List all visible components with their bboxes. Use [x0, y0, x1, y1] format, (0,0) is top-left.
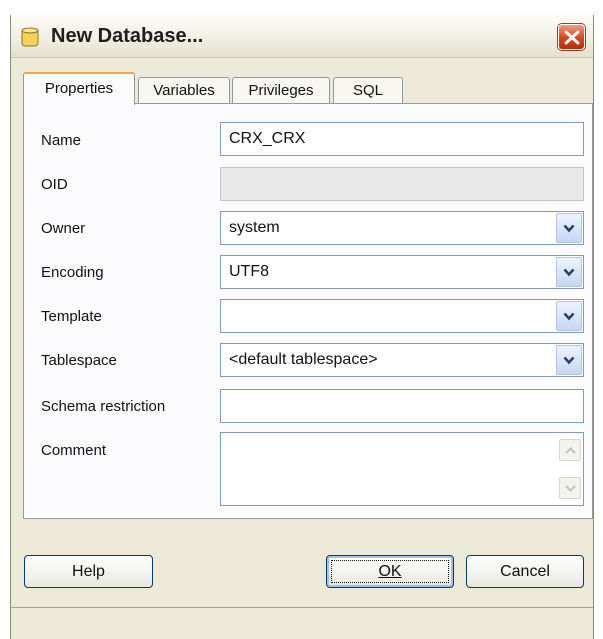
name-label: Name [41, 132, 82, 149]
properties-panel: Name CRX_CRX OID Owner system Encoding U… [23, 103, 593, 519]
encoding-dropdown-button[interactable] [556, 257, 582, 287]
help-button[interactable]: Help [24, 555, 153, 588]
template-dropdown-button[interactable] [556, 301, 582, 331]
chevron-down-icon [563, 268, 575, 277]
tab-properties-label: Properties [44, 80, 114, 97]
tab-variables[interactable]: Variables [138, 77, 230, 104]
chevron-down-icon [563, 312, 575, 321]
new-database-dialog: New Database... Properties Variables Pri… [10, 15, 594, 639]
comment-textarea[interactable] [220, 432, 584, 506]
template-select[interactable] [220, 299, 584, 333]
cancel-button-label: Cancel [500, 563, 550, 580]
name-field[interactable]: CRX_CRX [220, 122, 584, 156]
owner-dropdown-button[interactable] [556, 213, 582, 243]
tablespace-select[interactable]: <default tablespace> [220, 343, 584, 377]
scroll-up-button[interactable] [559, 439, 581, 461]
owner-label: Owner [41, 220, 86, 237]
owner-value: system [229, 219, 280, 236]
chevron-down-icon [563, 224, 575, 233]
help-button-label: Help [72, 563, 105, 580]
tablespace-label: Tablespace [41, 352, 117, 369]
database-icon [21, 27, 39, 47]
schema-restriction-label: Schema restriction [41, 398, 166, 415]
chevron-down-icon [563, 356, 575, 365]
chevron-down-icon [565, 485, 576, 492]
name-value: CRX_CRX [229, 130, 306, 147]
tab-privileges-label: Privileges [248, 82, 314, 99]
encoding-label: Encoding [41, 264, 104, 281]
oid-field [220, 167, 584, 201]
close-icon [564, 30, 580, 45]
comment-label: Comment [41, 442, 107, 459]
chevron-up-icon [565, 447, 576, 454]
tab-privileges[interactable]: Privileges [232, 77, 330, 104]
dialog-title: New Database... [51, 25, 204, 47]
tablespace-value: <default tablespace> [229, 351, 378, 368]
tab-variables-label: Variables [153, 82, 215, 99]
template-label: Template [41, 308, 102, 325]
scroll-down-button[interactable] [559, 477, 581, 499]
encoding-value: UTF8 [229, 263, 269, 280]
owner-select[interactable]: system [220, 211, 584, 245]
tab-properties[interactable]: Properties [23, 72, 135, 105]
tab-sql-label: SQL [352, 82, 383, 99]
ok-button-label: OK [378, 563, 402, 580]
title-bar[interactable]: New Database... [11, 15, 593, 58]
tablespace-dropdown-button[interactable] [556, 345, 582, 375]
close-button[interactable] [558, 24, 585, 50]
ok-button[interactable]: OK [326, 555, 454, 588]
oid-label: OID [41, 176, 68, 193]
cancel-button[interactable]: Cancel [466, 555, 584, 588]
encoding-select[interactable]: UTF8 [220, 255, 584, 289]
schema-restriction-field[interactable] [220, 389, 584, 423]
status-bar [11, 607, 593, 639]
tab-sql[interactable]: SQL [333, 77, 403, 104]
